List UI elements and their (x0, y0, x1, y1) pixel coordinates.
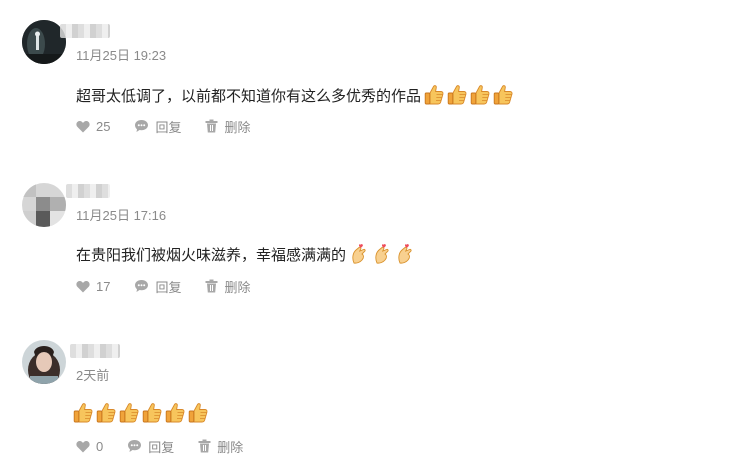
like-button[interactable]: 0 (76, 439, 103, 454)
speech-bubble-icon (135, 280, 149, 292)
trash-icon (198, 439, 211, 453)
like-count: 25 (96, 118, 111, 134)
finger-heart-emoji (395, 243, 415, 265)
timestamp: 11月25日 17:16 (76, 208, 167, 223)
heart-icon (76, 120, 90, 132)
comment-actions: 0 回复 删除 (76, 436, 267, 456)
username-blurred[interactable] (66, 184, 110, 198)
comment-actions: 25 回复 删除 (76, 116, 275, 136)
speech-bubble-icon (128, 440, 142, 452)
delete-label: 删除 (224, 119, 251, 135)
comment-text (73, 401, 208, 425)
comment-actions: 17 回复 删除 (76, 276, 275, 296)
timestamp: 2天前 (76, 368, 110, 383)
thumbs-up-emoji (73, 402, 93, 424)
reply-button[interactable]: 回复 (134, 277, 181, 296)
delete-button[interactable]: 删除 (205, 117, 251, 136)
emoji-row (346, 243, 415, 265)
timestamp: 11月25日 19:23 (76, 48, 167, 63)
comment-text: 超哥太低调了，以前都不知道你有这么多优秀的作品 (76, 83, 513, 107)
finger-heart-emoji (372, 243, 392, 265)
reply-label: 回复 (155, 119, 182, 135)
emoji-row (421, 84, 513, 106)
thumbs-up-emoji (447, 84, 467, 106)
comment-text: 在贵阳我们被烟火味滋养，幸福感满满的 (76, 242, 415, 266)
thumbs-up-emoji (470, 84, 490, 106)
comment-text-body: 超哥太低调了，以前都不知道你有这么多优秀的作品 (76, 87, 422, 105)
thumbs-up-emoji (493, 84, 513, 106)
thumbs-up-emoji (424, 84, 444, 106)
username-blurred[interactable] (70, 344, 120, 358)
trash-icon (205, 279, 218, 293)
heart-icon (76, 440, 90, 452)
speech-bubble-icon (135, 120, 149, 132)
finger-heart-emoji (349, 243, 369, 265)
reply-label: 回复 (155, 279, 182, 295)
delete-button[interactable]: 删除 (198, 437, 243, 456)
like-count: 0 (96, 438, 104, 454)
like-button[interactable]: 17 (76, 279, 110, 294)
avatar[interactable] (22, 183, 66, 227)
emoji-row (73, 402, 208, 424)
comment-text-body: 在贵阳我们被烟火味滋养，幸福感满满的 (76, 246, 347, 264)
delete-label: 删除 (217, 439, 244, 455)
thumbs-up-emoji (188, 402, 208, 424)
thumbs-up-emoji (142, 402, 162, 424)
username-blurred[interactable] (60, 24, 110, 38)
thumbs-up-emoji (165, 402, 185, 424)
like-count: 17 (96, 278, 111, 294)
heart-icon (76, 280, 90, 292)
avatar[interactable] (22, 340, 66, 384)
delete-label: 删除 (224, 279, 251, 295)
reply-button[interactable]: 回复 (127, 437, 174, 456)
thumbs-up-emoji (119, 402, 139, 424)
like-button[interactable]: 25 (76, 119, 110, 134)
thumbs-up-emoji (96, 402, 116, 424)
reply-button[interactable]: 回复 (134, 117, 181, 136)
reply-label: 回复 (148, 439, 175, 455)
trash-icon (205, 119, 218, 133)
delete-button[interactable]: 删除 (205, 277, 251, 296)
